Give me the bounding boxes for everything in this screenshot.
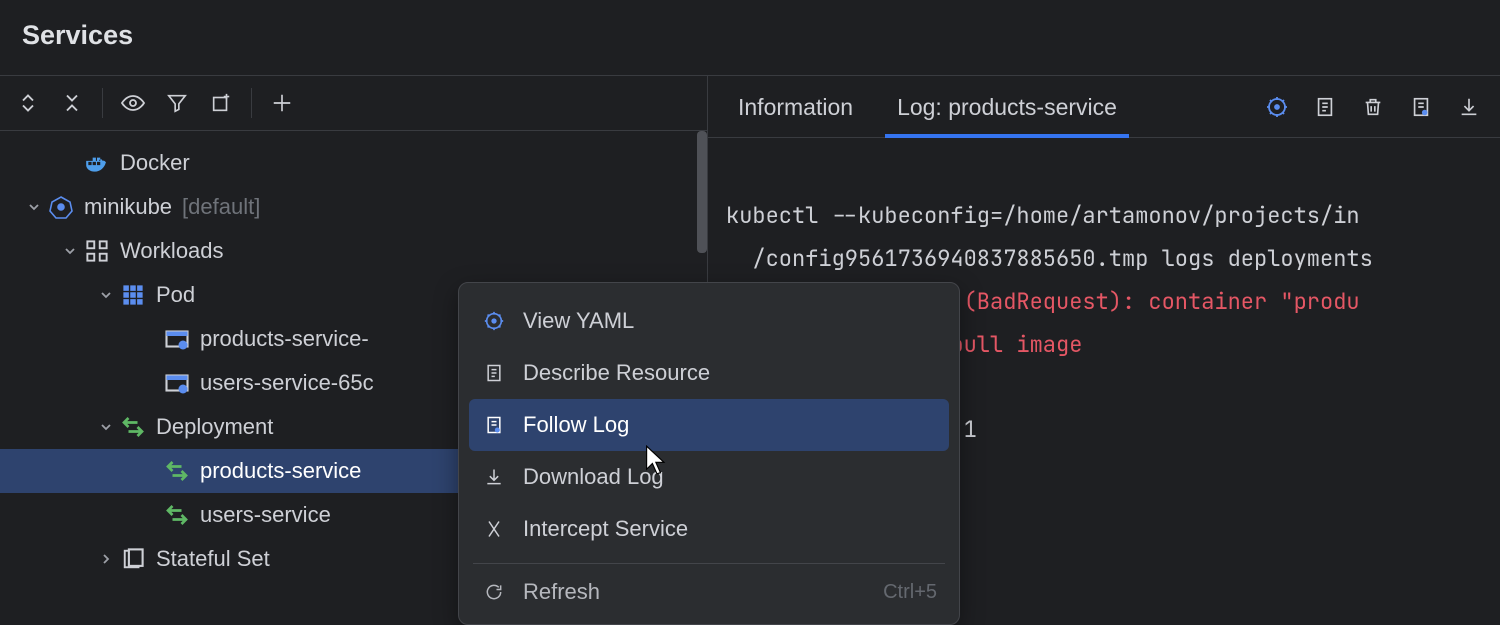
chevron-right-icon[interactable] — [96, 549, 116, 569]
menu-label: Refresh — [523, 579, 600, 605]
statefulset-icon — [120, 546, 146, 572]
tab-information[interactable]: Information — [716, 76, 875, 137]
chevron-down-icon[interactable] — [24, 197, 44, 217]
pod-icon — [164, 326, 190, 352]
filter-icon[interactable] — [163, 89, 191, 117]
describe-icon — [481, 360, 507, 386]
describe-resource-icon[interactable] — [1312, 94, 1338, 120]
tree-label: Pod — [156, 282, 195, 308]
toolbar — [0, 76, 707, 131]
view-yaml-icon[interactable] — [1264, 94, 1290, 120]
intercept-icon — [481, 516, 507, 542]
deployment-group-icon — [120, 414, 146, 440]
pod-icon — [164, 370, 190, 396]
panel-title: Services — [22, 20, 1478, 51]
tree-label: Deployment — [156, 414, 273, 440]
tree-label: Workloads — [120, 238, 224, 264]
kubernetes-icon — [48, 194, 74, 220]
new-window-icon[interactable] — [207, 89, 235, 117]
visibility-icon[interactable] — [119, 89, 147, 117]
toolbar-divider — [251, 88, 252, 118]
menu-view-yaml[interactable]: View YAML — [469, 295, 949, 347]
follow-log-icon — [481, 412, 507, 438]
menu-shortcut: Ctrl+5 — [883, 581, 937, 604]
pod-group-icon — [120, 282, 146, 308]
trash-icon[interactable] — [1360, 94, 1386, 120]
chevron-down-icon[interactable] — [96, 417, 116, 437]
menu-label: Intercept Service — [523, 516, 688, 542]
view-yaml-icon — [481, 308, 507, 334]
menu-label: Describe Resource — [523, 360, 710, 386]
menu-divider — [473, 563, 945, 564]
workloads-icon — [84, 238, 110, 264]
menu-label: View YAML — [523, 308, 634, 334]
chevron-down-icon[interactable] — [96, 285, 116, 305]
context-menu: View YAML Describe Resource Follow Log D… — [458, 282, 960, 625]
refresh-icon — [481, 579, 507, 605]
tree-item-docker[interactable]: Docker — [0, 141, 707, 185]
expand-all-icon[interactable] — [14, 89, 42, 117]
tree-label: Stateful Set — [156, 546, 270, 572]
tree-label: minikube — [84, 194, 172, 220]
tree-label: products-service- — [200, 326, 369, 352]
tree-label: users-service-65c — [200, 370, 374, 396]
tabs-bar: Information Log: products-service — [708, 76, 1500, 138]
menu-label: Follow Log — [523, 412, 629, 438]
tree-label: products-service — [200, 458, 361, 484]
tree-suffix: [default] — [182, 194, 260, 220]
add-icon[interactable] — [268, 89, 296, 117]
log-line: /config9561736940837885650.tmp logs depl… — [726, 244, 1373, 273]
deployment-icon — [164, 502, 190, 528]
panel-header: Services — [0, 0, 1500, 76]
download-icon — [481, 464, 507, 490]
docker-icon — [84, 150, 110, 176]
tab-actions — [1264, 94, 1492, 120]
menu-follow-log[interactable]: Follow Log — [469, 399, 949, 451]
chevron-down-icon[interactable] — [60, 241, 80, 261]
menu-download-log[interactable]: Download Log — [469, 451, 949, 503]
tree-item-minikube[interactable]: minikube [default] — [0, 185, 707, 229]
deployment-icon — [164, 458, 190, 484]
tree-label: Docker — [120, 150, 190, 176]
log-line: kubectl --kubeconfig=/home/artamonov/pro… — [726, 201, 1360, 230]
tab-log[interactable]: Log: products-service — [875, 76, 1139, 137]
tree-item-workloads[interactable]: Workloads — [0, 229, 707, 273]
menu-intercept-service[interactable]: Intercept Service — [469, 503, 949, 555]
scrollbar-thumb[interactable] — [697, 131, 707, 253]
download-icon[interactable] — [1456, 94, 1482, 120]
tree-label: users-service — [200, 502, 331, 528]
toolbar-divider — [102, 88, 103, 118]
menu-describe-resource[interactable]: Describe Resource — [469, 347, 949, 399]
menu-refresh[interactable]: Refresh Ctrl+5 — [469, 572, 949, 612]
follow-log-icon[interactable] — [1408, 94, 1434, 120]
collapse-all-icon[interactable] — [58, 89, 86, 117]
menu-label: Download Log — [523, 464, 664, 490]
